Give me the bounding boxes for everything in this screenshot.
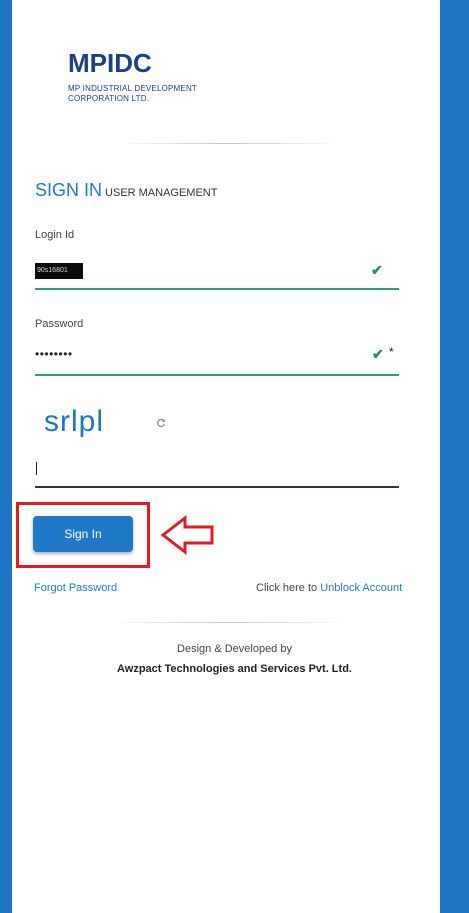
- page-title: SIGN IN USER MANAGEMENT: [35, 180, 217, 201]
- brand-name-line2: CORPORATION LTD.: [68, 94, 150, 103]
- login-id-input[interactable]: 90s16801: [35, 263, 83, 279]
- arrow-left-icon: [160, 514, 214, 556]
- password-input[interactable]: ••••••••: [35, 347, 73, 361]
- check-icon: ✔: [371, 262, 383, 278]
- required-marker: *: [389, 345, 394, 359]
- login-id-label: Login Id: [35, 229, 75, 241]
- left-blue-border: [0, 0, 12, 913]
- divider: [120, 143, 340, 144]
- check-icon: ✔: [372, 346, 384, 362]
- sign-in-button[interactable]: Sign In: [33, 516, 133, 552]
- divider: [110, 622, 350, 623]
- signin-subtitle: USER MANAGEMENT: [105, 187, 218, 199]
- mpidc-logo-mark: MPIDC: [68, 48, 152, 78]
- captcha-image-text: srlpl: [44, 405, 105, 438]
- password-label: Password: [35, 318, 84, 330]
- footer-credit-label: Design & Developed by: [177, 643, 292, 655]
- forgot-password-link[interactable]: Forgot Password: [34, 582, 117, 594]
- unblock-prefix-text: Click here to: [256, 582, 318, 594]
- brand-name-line1: MP INDUSTRIAL DEVELOPMENT: [68, 84, 198, 93]
- captcha-input[interactable]: [36, 462, 37, 475]
- password-underline: [35, 374, 399, 376]
- unblock-prefix: Click here to Unblock Account: [256, 582, 402, 594]
- captcha-underline: [35, 486, 399, 488]
- signin-title: SIGN IN: [35, 180, 103, 200]
- logo-text: MPIDC: [68, 48, 152, 78]
- unblock-account-link[interactable]: Unblock Account: [320, 582, 402, 594]
- refresh-icon[interactable]: [156, 418, 166, 428]
- right-blue-border: [440, 0, 469, 913]
- footer-company-name: Awzpact Technologies and Services Pvt. L…: [117, 663, 352, 675]
- login-id-underline: [35, 288, 399, 290]
